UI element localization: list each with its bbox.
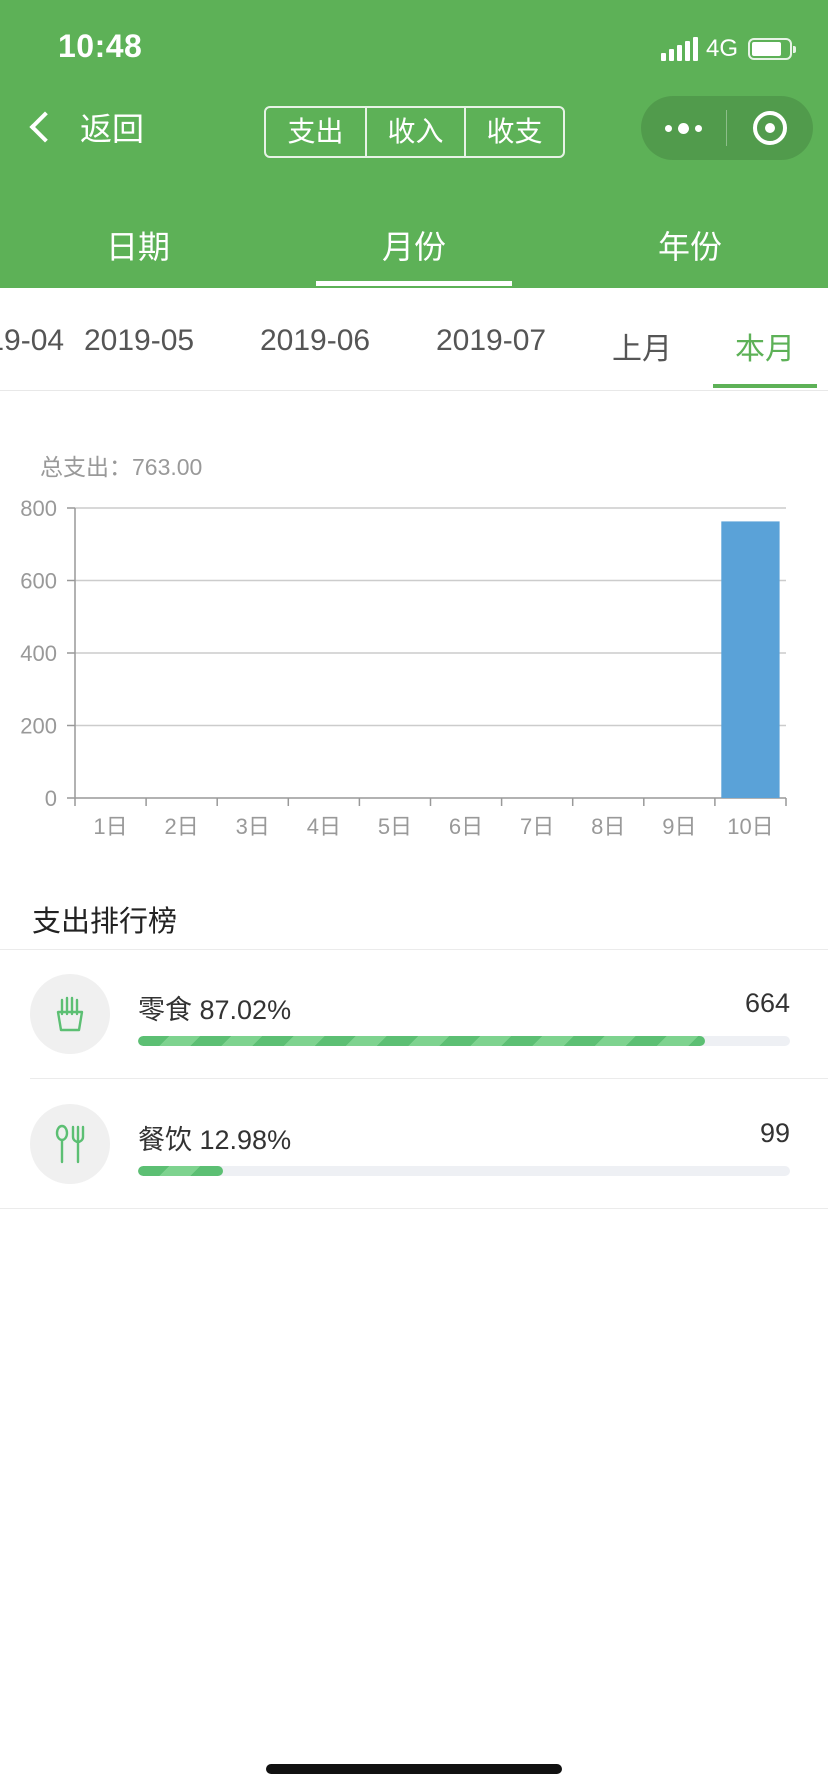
y-tick-label: 200 bbox=[20, 714, 57, 739]
tab-year-label: 年份 bbox=[657, 229, 722, 265]
network-label: 4G bbox=[705, 35, 738, 62]
back-button[interactable]: 返回 bbox=[26, 104, 144, 150]
y-tick-label: 600 bbox=[20, 569, 57, 594]
miniprogram-capsule bbox=[641, 96, 813, 160]
month-item[interactable]: 2019-07 bbox=[436, 324, 546, 358]
category-name: 零食 87.02% bbox=[138, 995, 292, 1025]
month-selector[interactable]: 2019-04 2019-05 2019-06 2019-07 上月 本月 bbox=[0, 288, 828, 391]
ranking-item-snacks[interactable]: 零食 87.02% 664 bbox=[0, 950, 828, 1080]
tab-date[interactable]: 日期 bbox=[0, 208, 276, 288]
category-progress-bar bbox=[138, 1166, 790, 1176]
signal-icon bbox=[660, 37, 698, 61]
status-time: 10:48 bbox=[58, 28, 143, 64]
segment-expense[interactable]: 支出 bbox=[266, 108, 365, 156]
segment-income[interactable]: 收入 bbox=[365, 108, 464, 156]
tab-year[interactable]: 年份 bbox=[552, 208, 828, 288]
x-tick-label: 2日 bbox=[165, 814, 199, 839]
utensils-icon bbox=[30, 1104, 110, 1184]
x-tick-label: 1日 bbox=[93, 814, 127, 839]
ranking-title: 支出排行榜 bbox=[32, 906, 178, 938]
battery-icon bbox=[748, 38, 796, 60]
category-progress-bar bbox=[138, 1036, 790, 1046]
x-tick-label: 6日 bbox=[449, 814, 483, 839]
type-segmented-control: 支出 收入 收支 bbox=[264, 106, 565, 158]
y-tick-label: 0 bbox=[45, 786, 57, 811]
chart-bar bbox=[721, 521, 780, 798]
more-icon[interactable] bbox=[641, 122, 726, 134]
ranking-item-dining[interactable]: 餐饮 12.98% 99 bbox=[0, 1080, 828, 1210]
expense-bar-chart: 0 200 400 600 800 1日 2日 3日 4日 5日 6日 7日 8日 9日 10日 bbox=[20, 496, 787, 839]
x-tick-label: 5日 bbox=[378, 814, 412, 839]
divider bbox=[30, 1078, 828, 1079]
x-tick-label: 8日 bbox=[591, 814, 625, 839]
close-miniprogram-button[interactable] bbox=[727, 111, 812, 145]
month-item-this-month[interactable]: 本月 bbox=[735, 324, 795, 368]
category-name: 餐饮 12.98% bbox=[138, 1125, 292, 1155]
x-tick-label: 7日 bbox=[520, 814, 554, 839]
progress-fill bbox=[138, 1166, 223, 1176]
segment-balance[interactable]: 收支 bbox=[464, 108, 563, 156]
tab-month[interactable]: 月份 bbox=[276, 208, 552, 288]
app-header: 10:48 4G 返回 支出 收入 收支 日期 月份 年份 bbox=[0, 0, 828, 288]
month-item-last-month[interactable]: 上月 bbox=[612, 324, 672, 368]
month-item[interactable]: 2019-06 bbox=[260, 324, 370, 358]
target-icon bbox=[752, 111, 787, 145]
category-amount: 99 bbox=[759, 1118, 790, 1148]
period-tabs: 日期 月份 年份 bbox=[0, 208, 828, 288]
fries-icon bbox=[30, 974, 110, 1054]
x-tick-label: 3日 bbox=[236, 814, 270, 839]
total-expense: 总支出：763.00 bbox=[40, 454, 203, 480]
month-active-underline bbox=[713, 384, 817, 388]
back-label: 返回 bbox=[80, 111, 145, 147]
tab-date-label: 日期 bbox=[105, 229, 170, 265]
x-tick-label: 10日 bbox=[727, 814, 773, 839]
progress-fill bbox=[138, 1036, 706, 1046]
month-item[interactable]: 2019-04 bbox=[0, 324, 64, 358]
chevron-left-icon bbox=[29, 111, 61, 143]
category-amount: 664 bbox=[744, 988, 790, 1018]
y-tick-label: 800 bbox=[20, 496, 57, 521]
divider bbox=[0, 1208, 828, 1209]
x-tick-label: 9日 bbox=[662, 814, 696, 839]
x-tick-label: 4日 bbox=[307, 814, 341, 839]
tab-month-label: 月份 bbox=[381, 229, 446, 265]
y-tick-label: 400 bbox=[20, 641, 57, 666]
status-bar-right: 4G bbox=[660, 34, 796, 64]
home-indicator[interactable] bbox=[266, 1764, 562, 1774]
month-item[interactable]: 2019-05 bbox=[84, 324, 194, 358]
